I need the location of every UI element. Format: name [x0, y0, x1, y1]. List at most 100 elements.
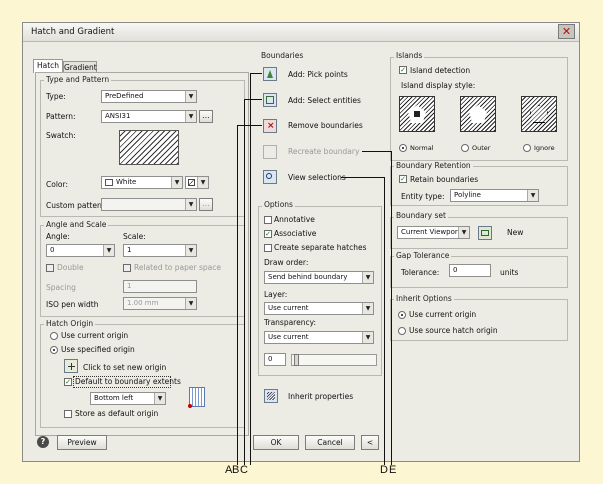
view-selections-label[interactable]: View selections	[288, 173, 346, 183]
annotative-label: Annotative	[274, 215, 315, 224]
inherit-current-origin-radio[interactable]	[398, 311, 406, 319]
help-icon[interactable]: ?	[37, 436, 49, 448]
island-ignore-label: Ignore	[534, 144, 555, 152]
remove-boundaries-label[interactable]: Remove boundaries	[288, 121, 363, 131]
add-select-entities-label[interactable]: Add: Select entities	[288, 96, 361, 106]
swatch-preview[interactable]	[119, 130, 179, 165]
double-label: Double	[57, 263, 84, 272]
use-current-origin-radio[interactable]	[50, 332, 58, 340]
inherit-properties-label[interactable]: Inherit properties	[288, 392, 353, 402]
default-extents-checkbox[interactable]: ✓	[64, 378, 72, 386]
remove-boundaries-icon[interactable]: ×	[263, 119, 277, 133]
custom-pattern-label: Custom pattern:	[46, 201, 108, 210]
separate-hatches-checkbox[interactable]	[264, 244, 272, 252]
add-select-entities-icon[interactable]	[263, 93, 277, 107]
preview-button[interactable]: Preview	[57, 435, 107, 450]
entity-type-label: Entity type:	[401, 192, 445, 201]
island-ignore-pentagon	[530, 105, 548, 123]
recreate-boundary-label[interactable]: Recreate boundary	[288, 147, 359, 157]
color-swatch-icon	[105, 178, 113, 186]
window-title: Hatch and Gradient	[31, 27, 115, 37]
callout-d: D	[380, 464, 388, 476]
tab-hatch[interactable]: Hatch	[33, 59, 63, 73]
spacing-input[interactable]: 1	[123, 280, 197, 293]
island-normal-preview[interactable]	[399, 96, 435, 132]
angle-scale-heading: Angle and Scale	[44, 220, 109, 230]
pattern-select[interactable]: ANSI31 ▼	[101, 110, 197, 123]
set-origin-icon[interactable]	[64, 359, 78, 373]
island-ignore-radio[interactable]	[523, 144, 531, 152]
retain-boundaries-label: Retain boundaries	[410, 175, 479, 184]
new-boundary-set-icon[interactable]	[478, 226, 492, 240]
layer-value: Use current	[268, 304, 309, 312]
boundary-set-select[interactable]: Current Viewport ▼	[397, 226, 470, 239]
associative-checkbox[interactable]: ✓	[264, 230, 272, 238]
callout-c: C	[240, 464, 248, 476]
island-detection-label: Island detection	[410, 66, 471, 75]
callout-b: B	[232, 464, 240, 476]
origin-position-select[interactable]: Bottom left ▼	[90, 392, 166, 405]
tolerance-label: Tolerance:	[401, 268, 440, 277]
relative-paper-space-label: Related to paper space	[134, 263, 221, 272]
inherit-glyph	[267, 392, 275, 400]
retain-boundaries-checkbox[interactable]: ✓	[399, 175, 407, 183]
annotative-checkbox[interactable]	[264, 216, 272, 224]
recreate-boundary-icon[interactable]	[263, 145, 277, 159]
color-value: White	[116, 178, 137, 186]
background-color-select[interactable]: ▼	[185, 176, 209, 189]
close-icon[interactable]: ✕	[558, 24, 575, 39]
pattern-browse-button[interactable]: ...	[199, 110, 213, 123]
color-select[interactable]: White ▼	[101, 176, 183, 189]
chevron-down-icon: ▼	[185, 111, 196, 122]
draw-order-select[interactable]: Send behind boundary ▼	[264, 271, 374, 284]
transparency-label: Transparency:	[264, 318, 317, 327]
callout-e: E	[389, 464, 397, 476]
island-outer-radio[interactable]	[461, 144, 469, 152]
island-detection-checkbox[interactable]: ✓	[399, 66, 407, 74]
cancel-button[interactable]: Cancel	[305, 435, 355, 450]
slider-thumb[interactable]	[294, 354, 299, 366]
island-outer-label: Outer	[472, 144, 491, 152]
callout-line-d-v	[391, 151, 392, 465]
add-pick-points-icon[interactable]	[263, 67, 277, 81]
double-checkbox[interactable]	[46, 264, 54, 272]
chevron-down-icon: ▼	[185, 91, 196, 102]
view-selections-icon[interactable]	[263, 170, 277, 184]
ok-button[interactable]: OK	[253, 435, 299, 450]
custom-pattern-browse-button[interactable]: ...	[199, 198, 213, 211]
transparency-slider[interactable]	[291, 354, 377, 366]
scale-select[interactable]: 1 ▼	[123, 244, 197, 257]
store-default-origin-checkbox[interactable]	[64, 410, 72, 418]
transparency-amount-input[interactable]: 0	[264, 353, 286, 366]
collapse-button[interactable]: <	[361, 435, 379, 450]
inherit-properties-icon[interactable]	[264, 389, 278, 403]
pattern-value: ANSI31	[105, 112, 131, 120]
spacing-label: Spacing	[46, 283, 76, 292]
associative-label: Associative	[274, 229, 317, 238]
inherit-source-origin-radio[interactable]	[398, 327, 406, 335]
entity-type-select[interactable]: Polyline ▼	[450, 189, 539, 202]
add-pick-points-label[interactable]: Add: Pick points	[288, 70, 348, 80]
callout-line-c-v	[237, 125, 238, 465]
new-set-glyph	[481, 230, 489, 236]
inherit-source-origin-label: Use source hatch origin	[409, 326, 498, 335]
magnifier-glyph	[266, 173, 272, 179]
island-outer-preview[interactable]	[460, 96, 496, 132]
type-select[interactable]: PreDefined ▼	[101, 90, 197, 103]
island-normal-radio[interactable]	[399, 144, 407, 152]
islands-heading: Islands	[394, 51, 425, 61]
transparency-select[interactable]: Use current ▼	[264, 331, 374, 344]
angle-select[interactable]: 0 ▼	[46, 244, 115, 257]
chevron-down-icon: ▼	[171, 177, 182, 188]
tolerance-input[interactable]: 0	[449, 264, 491, 277]
use-specified-origin-radio[interactable]	[50, 346, 58, 354]
custom-pattern-select[interactable]: ▼	[101, 198, 197, 211]
relative-paper-space-checkbox[interactable]	[123, 264, 131, 272]
iso-pen-width-select[interactable]: 1.00 mm ▼	[123, 297, 197, 310]
inherit-current-origin-label: Use current origin	[409, 310, 477, 319]
layer-select[interactable]: Use current ▼	[264, 302, 374, 315]
island-ignore-preview[interactable]	[521, 96, 557, 132]
default-extents-label: Default to boundary extents	[73, 376, 181, 388]
callout-line-d-h	[362, 151, 391, 152]
draw-order-label: Draw order:	[264, 258, 309, 267]
